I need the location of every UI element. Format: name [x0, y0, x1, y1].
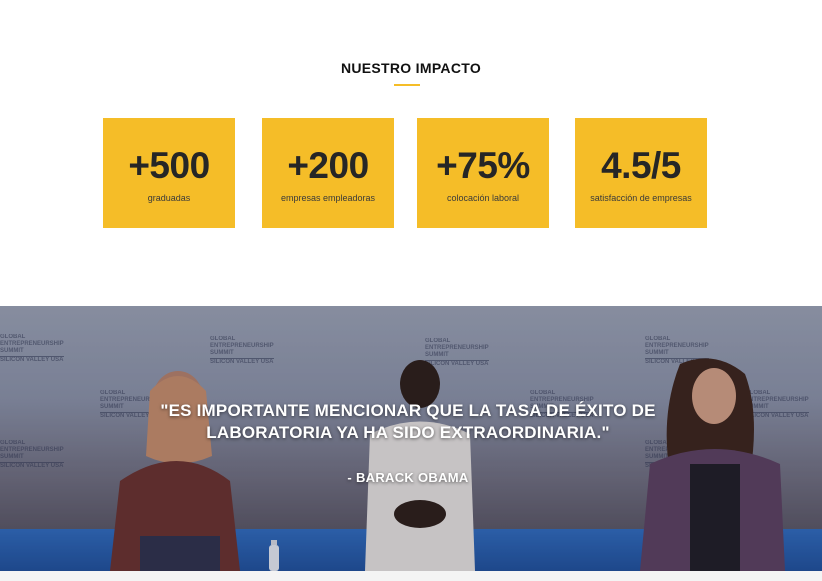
stat-value: +200 — [287, 145, 369, 186]
stat-label: satisfacción de empresas — [590, 193, 692, 203]
stat-label: empresas empleadoras — [280, 193, 376, 203]
stat-card-placement: +75% colocación laboral — [417, 118, 549, 228]
testimonial-author: - BARACK OBAMA — [347, 470, 469, 485]
stat-value: +500 — [128, 145, 210, 186]
impact-title: NUESTRO IMPACTO — [340, 60, 482, 76]
testimonial-quote: "ES IMPORTANTE MENCIONAR QUE LA TASA DE … — [160, 401, 656, 442]
stat-card-employers: +200 empresas empleadoras — [262, 118, 394, 228]
title-underline — [394, 84, 420, 86]
stat-card-graduates: +500 graduadas — [103, 118, 235, 228]
stat-label: graduadas — [147, 193, 191, 203]
next-section-edge — [0, 571, 822, 581]
stat-value: +75% — [436, 145, 530, 186]
stat-card-satisfaction: 4.5/5 satisfacción de empresas — [575, 118, 707, 228]
testimonial-hero: GLOBAL ENTREPRENEURSHIP SUMMIT SILICON VALL… — [0, 306, 822, 571]
stat-value: 4.5/5 — [601, 145, 681, 186]
impact-section: NUESTRO IMPACTO +500 graduadas +200 empr… — [0, 0, 822, 306]
stat-label: colocación laboral — [446, 193, 520, 203]
